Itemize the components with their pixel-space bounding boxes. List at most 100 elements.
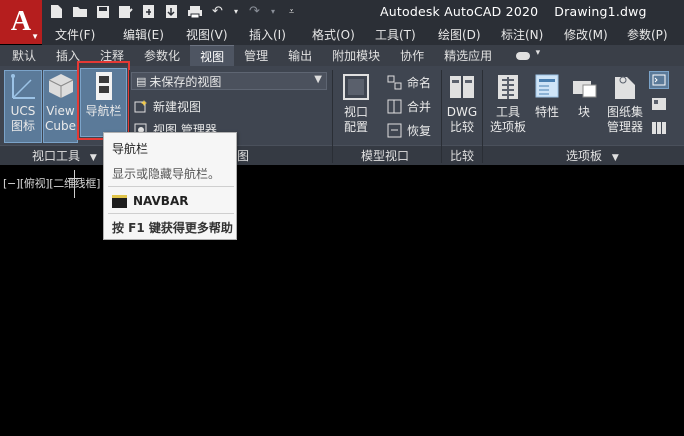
viewport-tools-panel-title[interactable]: 视口工具 ▼	[32, 147, 97, 164]
block-label: 块	[577, 105, 590, 119]
undo-icon[interactable]: ↶	[209, 3, 226, 20]
panel-separator	[332, 70, 333, 163]
ucs-icon-button[interactable]: UCS 图标	[4, 70, 42, 143]
tool-palettes-button[interactable]: 工具 选项板	[488, 72, 528, 142]
restore-viewports-icon	[387, 123, 402, 138]
menu-tools[interactable]: 工具(T)	[362, 26, 425, 43]
tab-manage[interactable]: 管理	[234, 45, 278, 66]
tool-palettes-label-2: 选项板	[489, 120, 526, 134]
named-viewports-label: 命名	[407, 76, 432, 90]
menu-draw[interactable]: 绘图(D)	[425, 26, 488, 43]
tab-collaborate[interactable]: 协作	[390, 45, 434, 66]
ribbon-toggle-icon	[516, 48, 540, 60]
ribbon-options-button[interactable]	[502, 45, 540, 66]
tooltip-command: NAVBAR	[112, 194, 188, 208]
sheet-set-label-1: 图纸集	[606, 105, 643, 119]
menu-parametric[interactable]: 参数(P)	[614, 26, 677, 43]
join-viewports-button[interactable]: 合并	[387, 98, 431, 115]
viewport-config-label-1: 视口	[343, 105, 368, 119]
tool-palettes-icon	[493, 72, 523, 102]
tab-parametric[interactable]: 参数化	[134, 45, 190, 66]
tooltip-divider	[108, 213, 234, 214]
viewport-config-label-2: 配置	[343, 120, 368, 134]
viewport-configuration-button[interactable]: 视口 配置	[338, 72, 374, 142]
document-title: Drawing1.dwg	[554, 4, 647, 19]
tab-featured-apps[interactable]: 精选应用	[434, 45, 502, 66]
viewcube-label-2: Cube	[45, 119, 76, 133]
viewcube-label-1: View	[46, 104, 75, 118]
tab-view[interactable]: 视图	[190, 45, 235, 66]
window-title: Autodesk AutoCAD 2020 Drawing1.dwg	[380, 4, 663, 19]
application-menu-button[interactable]: A ▼	[0, 0, 42, 44]
tooltip-command-name: NAVBAR	[133, 194, 189, 208]
new-view-button[interactable]: 新建视图	[133, 98, 201, 115]
dwg-compare-label-1: DWG	[446, 105, 478, 119]
new-view-label: 新建视图	[153, 100, 202, 114]
menu-view[interactable]: 视图(V)	[173, 26, 236, 43]
save-icon[interactable]	[94, 3, 111, 20]
block-icon	[569, 72, 599, 102]
palettes-title-text: 选项板	[566, 149, 603, 163]
named-views-value: 未保存的视图	[149, 74, 222, 89]
open-web-icon[interactable]	[140, 3, 157, 20]
open-icon[interactable]	[71, 3, 88, 20]
tooltip-help-hint: 按 F1 键获得更多帮助	[112, 221, 233, 235]
new-icon[interactable]	[48, 3, 65, 20]
restore-viewports-button[interactable]: 恢复	[387, 122, 431, 139]
ucs-label-1: UCS	[10, 104, 36, 118]
menu-format[interactable]: 格式(O)	[299, 26, 362, 43]
properties-button[interactable]: 特性	[530, 72, 564, 128]
viewport-tools-title-text: 视口工具	[32, 149, 81, 163]
tooltip-title: 导航栏	[112, 142, 149, 156]
viewcube-button[interactable]: View Cube	[43, 70, 78, 143]
command-line-icon[interactable]	[649, 71, 669, 89]
tool-palettes-label-1: 工具	[495, 105, 520, 119]
highlight-box	[77, 61, 130, 140]
chevron-down-icon[interactable]: ▾	[269, 3, 277, 20]
restore-viewports-label: 恢复	[407, 124, 432, 138]
cursor-crosshair-vertical	[74, 170, 75, 198]
sheet-set-label-2: 管理器	[606, 120, 643, 134]
properties-label: 特性	[534, 105, 559, 119]
markup-set-icon[interactable]	[649, 119, 669, 137]
chevron-down-icon: ▼	[314, 74, 322, 85]
menu-dimension[interactable]: 标注(N)	[488, 26, 551, 43]
sheet-set-manager-button[interactable]: 图纸集 管理器	[604, 72, 646, 142]
model-viewports-panel-title[interactable]: 模型视口	[361, 147, 409, 164]
viewport-config-icon	[341, 72, 371, 102]
new-view-icon	[133, 99, 148, 114]
named-viewports-button[interactable]: 命名	[387, 74, 431, 91]
plot-icon[interactable]	[186, 3, 203, 20]
chevron-down-icon[interactable]: ▾	[232, 3, 240, 20]
tab-addins[interactable]: 附加模块	[322, 45, 390, 66]
app-logo-letter: A	[10, 6, 32, 37]
tab-output[interactable]: 输出	[278, 45, 322, 66]
named-viewport-icon	[387, 75, 402, 90]
quick-access-toolbar: ↶ ▾ ↷ ▾ ⩡	[48, 3, 300, 20]
save-web-icon[interactable]	[163, 3, 180, 20]
viewport-controls-label[interactable]: [−][俯视][二维线框]	[3, 175, 100, 191]
chevron-down-icon: ▼	[89, 153, 97, 163]
view-list-icon: ▤	[136, 74, 147, 88]
customize-icon[interactable]: ⩡	[283, 3, 300, 20]
block-palette-button[interactable]: 块	[566, 72, 602, 128]
palettes-panel-title[interactable]: 选项板 ▼	[566, 147, 619, 164]
named-views-panel-title[interactable]: 图	[237, 147, 249, 164]
navbar-tooltip: 导航栏 显示或隐藏导航栏。 NAVBAR 按 F1 键获得更多帮助	[103, 132, 237, 240]
panel-separator	[441, 70, 442, 163]
menu-modify[interactable]: 修改(M)	[551, 26, 614, 43]
redo-icon[interactable]: ↷	[246, 3, 263, 20]
named-views-dropdown[interactable]: ▤ 未保存的视图 ▼	[131, 72, 327, 90]
menu-insert[interactable]: 插入(I)	[236, 26, 299, 43]
design-center-icon[interactable]	[649, 95, 669, 113]
cursor-crosshair-horizontal	[68, 178, 81, 179]
tooltip-description: 显示或隐藏导航栏。	[112, 167, 221, 181]
panel-separator	[482, 70, 483, 163]
dwg-compare-button[interactable]: DWG 比较	[445, 72, 479, 142]
menu-file[interactable]: 文件(F)	[42, 26, 110, 43]
compare-panel-title[interactable]: 比较	[450, 147, 474, 164]
save-as-icon[interactable]	[117, 3, 134, 20]
join-viewports-label: 合并	[407, 100, 432, 114]
menu-edit[interactable]: 编辑(E)	[110, 26, 173, 43]
tab-home[interactable]: 默认	[2, 45, 46, 66]
